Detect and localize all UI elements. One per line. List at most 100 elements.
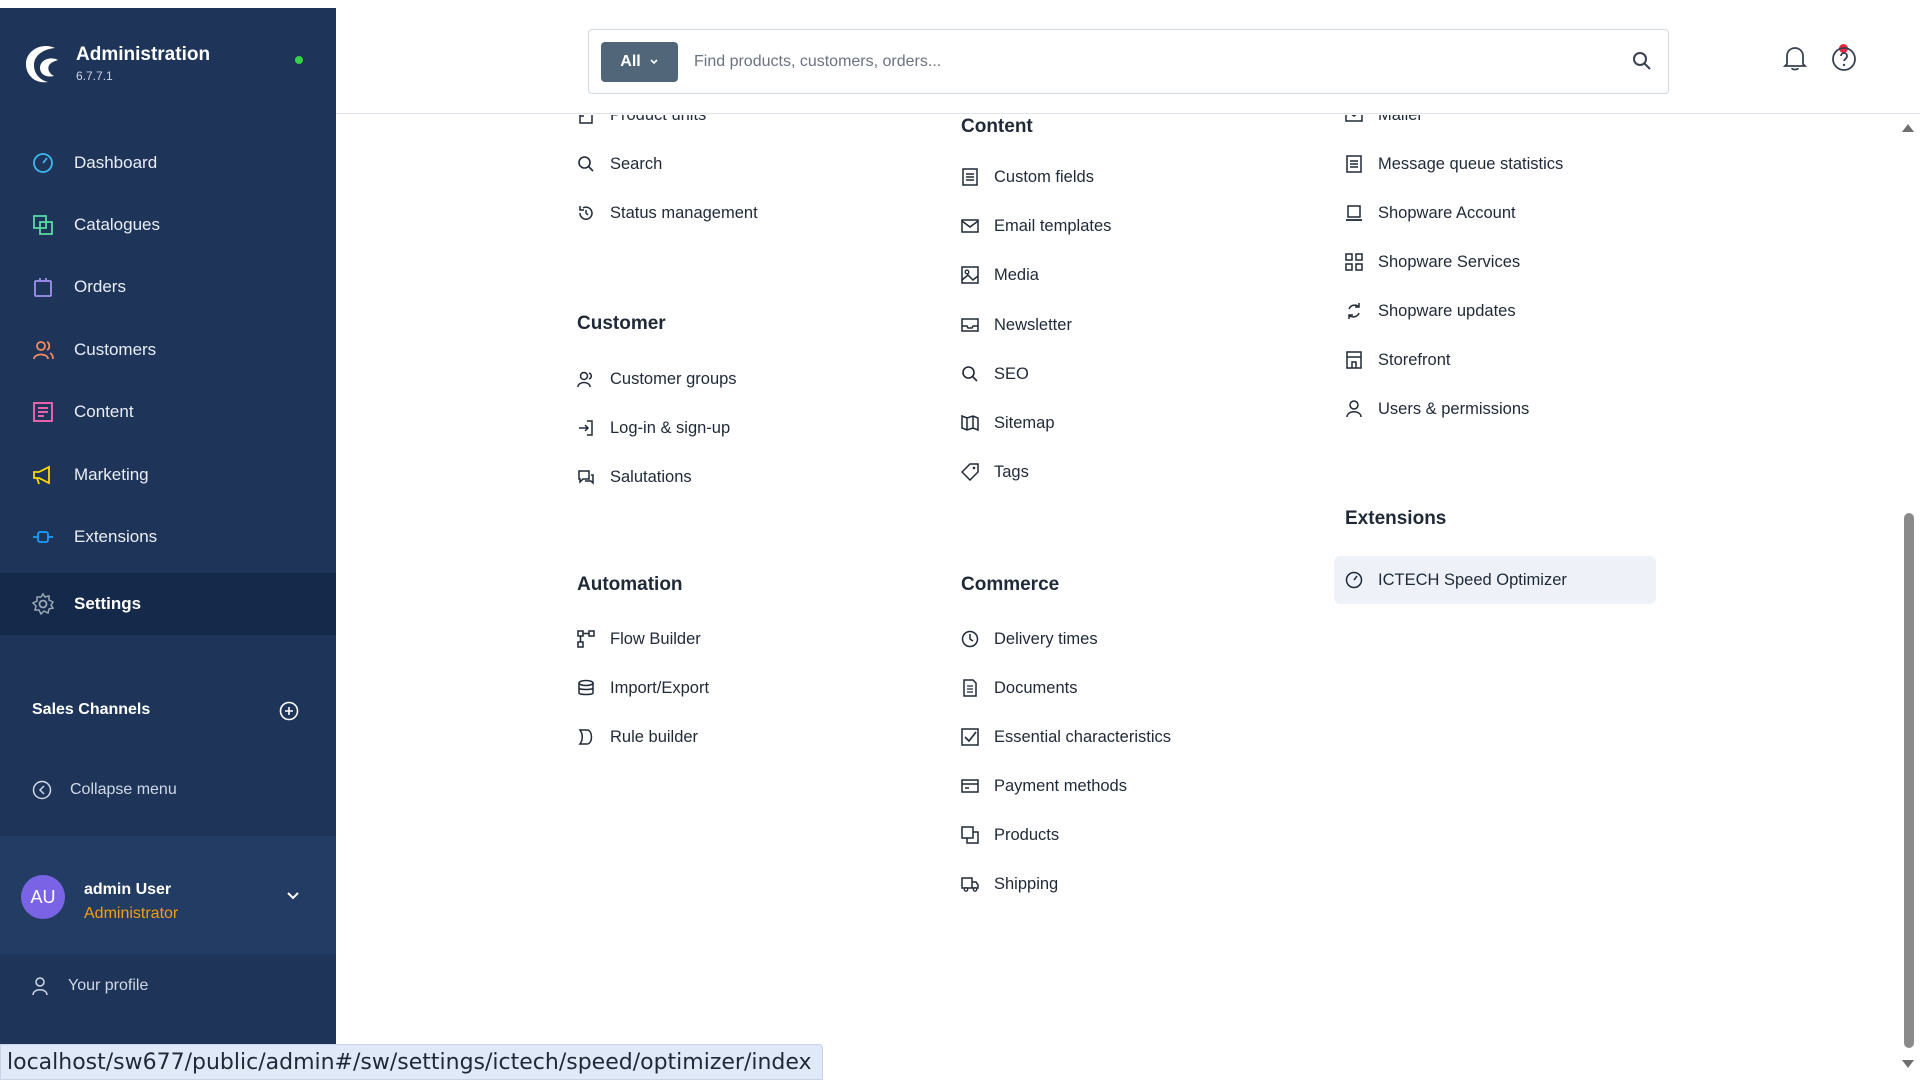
help-icon[interactable] xyxy=(1831,46,1857,72)
online-status-dot xyxy=(295,56,303,64)
setting-customer-groups[interactable]: Customer groups xyxy=(576,369,737,389)
setting-status-management[interactable]: Status management xyxy=(576,203,758,223)
gear-icon xyxy=(30,591,56,617)
search-scope-label: All xyxy=(620,53,641,70)
setting-shopware-account[interactable]: Shopware Account xyxy=(1344,203,1516,223)
setting-rule-builder[interactable]: Rule builder xyxy=(576,727,698,747)
your-profile-label: Your profile xyxy=(68,977,149,994)
users-icon xyxy=(30,337,56,363)
setting-products[interactable]: Products xyxy=(960,825,1059,845)
search-icon xyxy=(576,154,596,174)
your-profile-link[interactable]: Your profile xyxy=(30,976,148,996)
setting-search[interactable]: Search xyxy=(576,154,662,174)
shopware-logo-icon xyxy=(26,45,58,83)
setting-label: Sitemap xyxy=(994,413,1055,432)
setting-shopware-updates[interactable]: Shopware updates xyxy=(1344,301,1516,321)
chat-icon xyxy=(576,467,596,487)
sidebar-item-label: Settings xyxy=(74,594,142,613)
setting-ictech-speed-optimizer[interactable]: ICTECH Speed Optimizer xyxy=(1334,556,1656,604)
setting-seo[interactable]: SEO xyxy=(960,364,1029,384)
setting-label: Media xyxy=(994,265,1039,284)
tag-icon xyxy=(960,462,980,482)
chevron-down-icon[interactable] xyxy=(286,889,300,903)
setting-message-queue-statistics[interactable]: Message queue statistics xyxy=(1344,154,1563,174)
section-title-customer: Customer xyxy=(577,313,666,334)
database-icon xyxy=(576,678,596,698)
setting-label: Product units xyxy=(610,115,706,125)
gauge-icon xyxy=(1344,570,1364,590)
add-sales-channel-icon[interactable] xyxy=(279,701,299,721)
sidebar-item-catalogues[interactable]: Catalogues xyxy=(0,194,336,256)
sidebar-item-marketing[interactable]: Marketing xyxy=(0,444,336,506)
setting-delivery-times[interactable]: Delivery times xyxy=(960,629,1098,649)
setting-email-templates[interactable]: Email templates xyxy=(960,216,1111,236)
storefront-icon xyxy=(1344,350,1364,370)
document-icon xyxy=(960,678,980,698)
setting-sitemap[interactable]: Sitemap xyxy=(960,413,1055,433)
bell-icon[interactable] xyxy=(1782,44,1808,72)
sidebar-item-extensions[interactable]: Extensions xyxy=(0,506,336,568)
setting-label: Essential characteristics xyxy=(994,727,1171,746)
scrollbar-thumb[interactable] xyxy=(1904,513,1914,1048)
search-input[interactable] xyxy=(694,42,1594,82)
history-icon xyxy=(576,203,596,223)
user-role: Administrator xyxy=(84,905,179,922)
sidebar-item-label: Customers xyxy=(74,340,157,359)
setting-flow-builder[interactable]: Flow Builder xyxy=(576,629,701,649)
setting-label: Status management xyxy=(610,203,758,222)
search-icon[interactable] xyxy=(1632,51,1652,71)
section-title-extensions: Extensions xyxy=(1345,508,1447,529)
setting-label: Message queue statistics xyxy=(1378,154,1564,173)
setting-custom-fields[interactable]: Custom fields xyxy=(960,167,1094,187)
setting-login-signup[interactable]: Log-in & sign-up xyxy=(576,418,730,438)
setting-shopware-services[interactable]: Shopware Services xyxy=(1344,252,1520,272)
avatar: AU xyxy=(21,875,65,919)
setting-newsletter[interactable]: Newsletter xyxy=(960,315,1072,335)
sidebar-item-settings[interactable]: Settings xyxy=(0,573,336,635)
flow-icon xyxy=(576,629,596,649)
scroll-down-arrow-icon[interactable] xyxy=(1902,1060,1914,1068)
chevron-down-icon xyxy=(650,59,658,65)
setting-documents[interactable]: Documents xyxy=(960,678,1077,698)
sales-channels-heading: Sales Channels xyxy=(32,701,151,718)
setting-users-permissions[interactable]: Users & permissions xyxy=(1344,399,1529,419)
bag-icon xyxy=(30,274,56,300)
setting-mailer[interactable]: Mailer xyxy=(1344,115,1423,125)
vertical-scrollbar[interactable] xyxy=(1896,115,1920,1080)
setting-storefront[interactable]: Storefront xyxy=(1344,350,1450,370)
setting-label: Search xyxy=(610,154,663,173)
user-menu[interactable]: AU admin User Administrator xyxy=(0,836,336,954)
products-icon xyxy=(960,825,980,845)
sidebar-item-dashboard[interactable]: Dashboard xyxy=(0,132,336,194)
setting-tags[interactable]: Tags xyxy=(960,462,1029,482)
setting-import-export[interactable]: Import/Export xyxy=(576,678,709,698)
grid-icon xyxy=(1344,252,1364,272)
global-search: All xyxy=(588,29,1669,94)
setting-salutations[interactable]: Salutations xyxy=(576,467,692,487)
ruler-icon xyxy=(576,115,596,125)
refresh-icon xyxy=(1344,301,1364,321)
envelope-icon xyxy=(960,216,980,236)
user-name: admin User xyxy=(84,881,172,898)
setting-product-units[interactable]: Product units xyxy=(576,115,706,125)
sidebar-item-content[interactable]: Content xyxy=(0,381,336,443)
setting-media[interactable]: Media xyxy=(960,265,1039,285)
setting-label: Rule builder xyxy=(610,727,699,746)
setting-shipping[interactable]: Shipping xyxy=(960,874,1058,894)
list-icon xyxy=(1344,154,1364,174)
scroll-up-arrow-icon[interactable] xyxy=(1902,124,1914,132)
sidebar-item-orders[interactable]: Orders xyxy=(0,256,336,318)
search-scope-dropdown[interactable]: All xyxy=(601,42,678,82)
brand[interactable]: Administration 6.7.7.1 xyxy=(22,40,210,86)
collapse-menu-button[interactable]: Collapse menu xyxy=(32,780,177,800)
setting-payment-methods[interactable]: Payment methods xyxy=(960,776,1127,796)
truck-icon xyxy=(960,874,980,894)
section-title-automation: Automation xyxy=(577,574,683,595)
image-icon xyxy=(960,265,980,285)
link-status-bar: localhost/sw677/public/admin#/sw/setting… xyxy=(0,1044,823,1080)
map-icon xyxy=(960,413,980,433)
sidebar-item-customers[interactable]: Customers xyxy=(0,319,336,381)
setting-essential-characteristics[interactable]: Essential characteristics xyxy=(960,727,1171,747)
settings-overview: Product units Search Status management C… xyxy=(336,115,1896,1050)
setting-label: Shopware Account xyxy=(1378,203,1516,222)
